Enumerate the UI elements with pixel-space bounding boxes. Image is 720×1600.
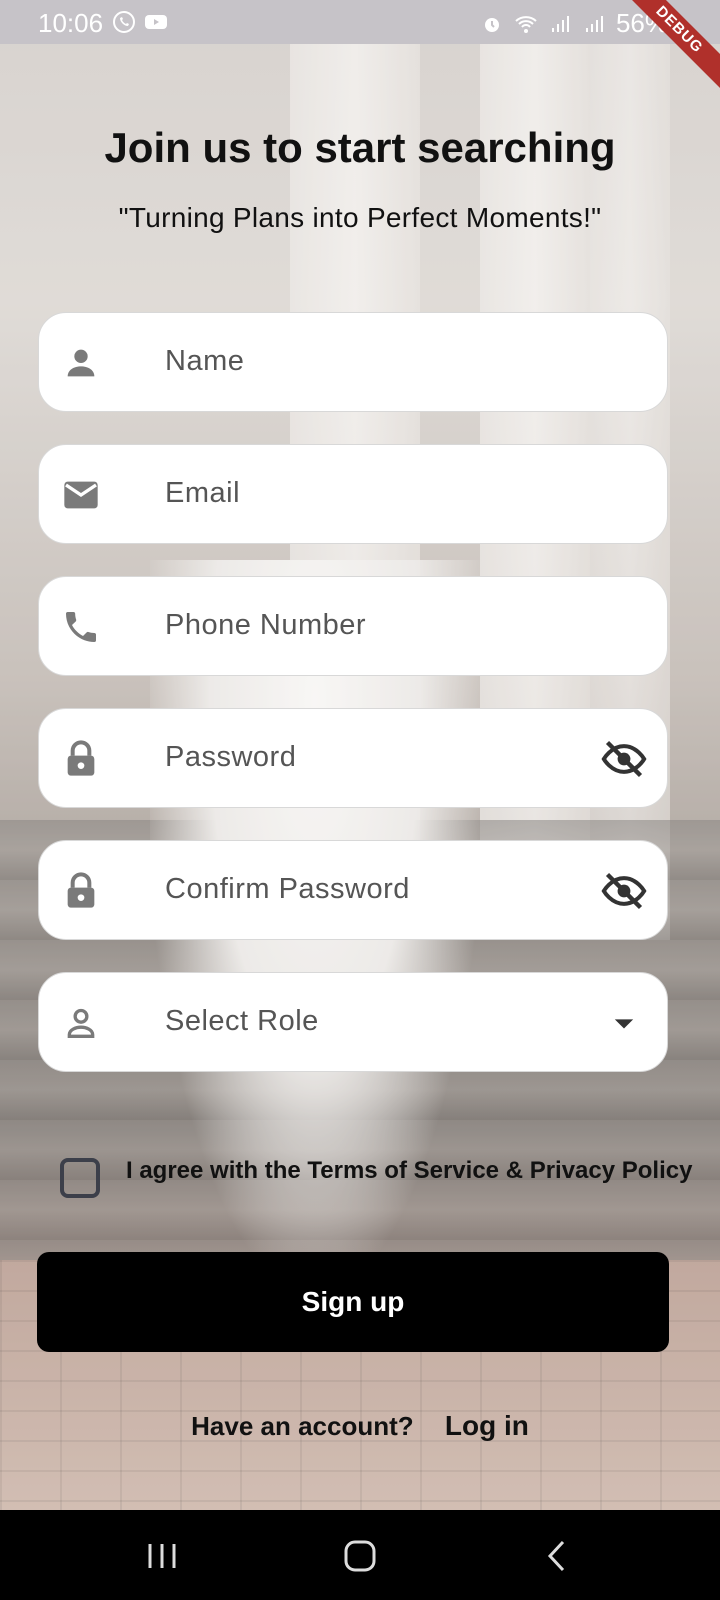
youtube-icon — [145, 15, 167, 29]
phone-field[interactable]: Phone Number — [38, 576, 668, 676]
page-title: Join us to start searching — [104, 124, 616, 171]
name-field[interactable]: Name — [38, 312, 668, 412]
dropdown-arrow-icon[interactable] — [601, 1001, 647, 1045]
recent-apps-icon[interactable] — [140, 1534, 184, 1578]
alarm-icon — [484, 17, 499, 32]
visibility-off-icon[interactable] — [601, 737, 647, 781]
person-icon — [67, 349, 95, 377]
confirm-password-placeholder: Confirm Password — [165, 873, 410, 905]
role-select[interactable]: Select Role — [38, 972, 668, 1072]
signup-button[interactable]: Sign up — [37, 1252, 669, 1352]
back-icon[interactable] — [536, 1534, 580, 1578]
home-icon[interactable] — [338, 1534, 382, 1578]
status-time: 10:06 — [38, 8, 104, 38]
have-account-text: Have an account? — [191, 1411, 414, 1441]
name-placeholder: Name — [165, 345, 245, 377]
visibility-off-icon[interactable] — [601, 869, 647, 913]
password-placeholder: Password — [165, 741, 297, 773]
role-placeholder: Select Role — [165, 1005, 319, 1037]
login-link[interactable]: Log in — [445, 1410, 529, 1441]
email-icon — [64, 481, 98, 509]
wifi-icon — [515, 15, 537, 33]
phone-placeholder: Phone Number — [165, 609, 367, 641]
password-field[interactable]: Password — [38, 708, 668, 808]
whatsapp-icon — [113, 11, 135, 33]
phone-icon — [66, 612, 96, 642]
email-field[interactable]: Email — [38, 444, 668, 544]
email-placeholder: Email — [165, 477, 241, 509]
confirm-password-field[interactable]: Confirm Password — [38, 840, 668, 940]
login-row: Have an account? Log in — [0, 1410, 720, 1442]
system-nav-bar — [0, 1510, 720, 1600]
page-subtitle: "Turning Plans into Perfect Moments!" — [118, 202, 602, 233]
terms-checkbox[interactable] — [60, 1158, 100, 1198]
status-bar: 10:06 56% DEBUG — [0, 0, 720, 92]
terms-row: I agree with the Terms of Service & Priv… — [58, 1152, 698, 1232]
lock-icon — [67, 740, 95, 776]
lock-icon — [67, 872, 95, 908]
signal-icon — [585, 15, 603, 32]
signal-icon — [551, 15, 569, 32]
terms-label: I agree with the Terms of Service & Priv… — [126, 1157, 693, 1184]
person-outline-icon — [67, 1008, 95, 1038]
